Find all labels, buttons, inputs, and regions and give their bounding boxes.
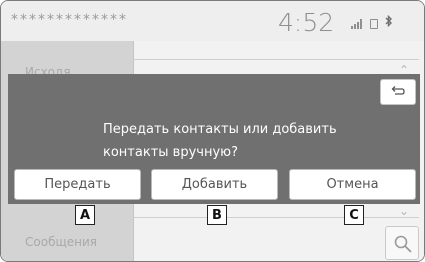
dialog-message: Передать контакты или добавить контакты …	[103, 118, 363, 164]
confirm-dialog: Передать контакты или добавить контакты …	[8, 74, 420, 204]
bluetooth-icon	[385, 14, 393, 29]
back-button[interactable]	[380, 79, 416, 105]
search-button[interactable]	[385, 226, 419, 260]
background-menu-item-messages: Сообщения	[25, 235, 98, 249]
list-separator	[134, 217, 419, 218]
callout-label-a: A	[75, 205, 95, 225]
battery-icon	[370, 19, 378, 29]
status-bar: ************* 4:52	[1, 1, 424, 41]
callout-label-c: C	[344, 205, 364, 225]
signal-icon	[351, 19, 362, 29]
clock: 4:52	[278, 8, 335, 37]
search-icon	[394, 235, 412, 253]
chevron-down-icon: ⌄	[399, 204, 410, 218]
status-icons	[351, 14, 393, 29]
return-arrow-icon	[391, 86, 405, 95]
transfer-button[interactable]: Передать	[14, 169, 141, 200]
head-unit-screen: ************* 4:52 ⌃ ⌄ Исходя Сообщения	[0, 0, 425, 262]
add-button[interactable]: Добавить	[151, 169, 278, 200]
callout-label-b: B	[207, 205, 227, 225]
list-separator	[134, 59, 419, 60]
status-title-masked: *************	[11, 12, 128, 28]
cancel-button[interactable]: Отмена	[289, 169, 416, 200]
dialog-message-line-2: контакты вручную?	[103, 145, 238, 160]
dialog-message-line-1: Передать контакты или добавить	[103, 122, 337, 137]
